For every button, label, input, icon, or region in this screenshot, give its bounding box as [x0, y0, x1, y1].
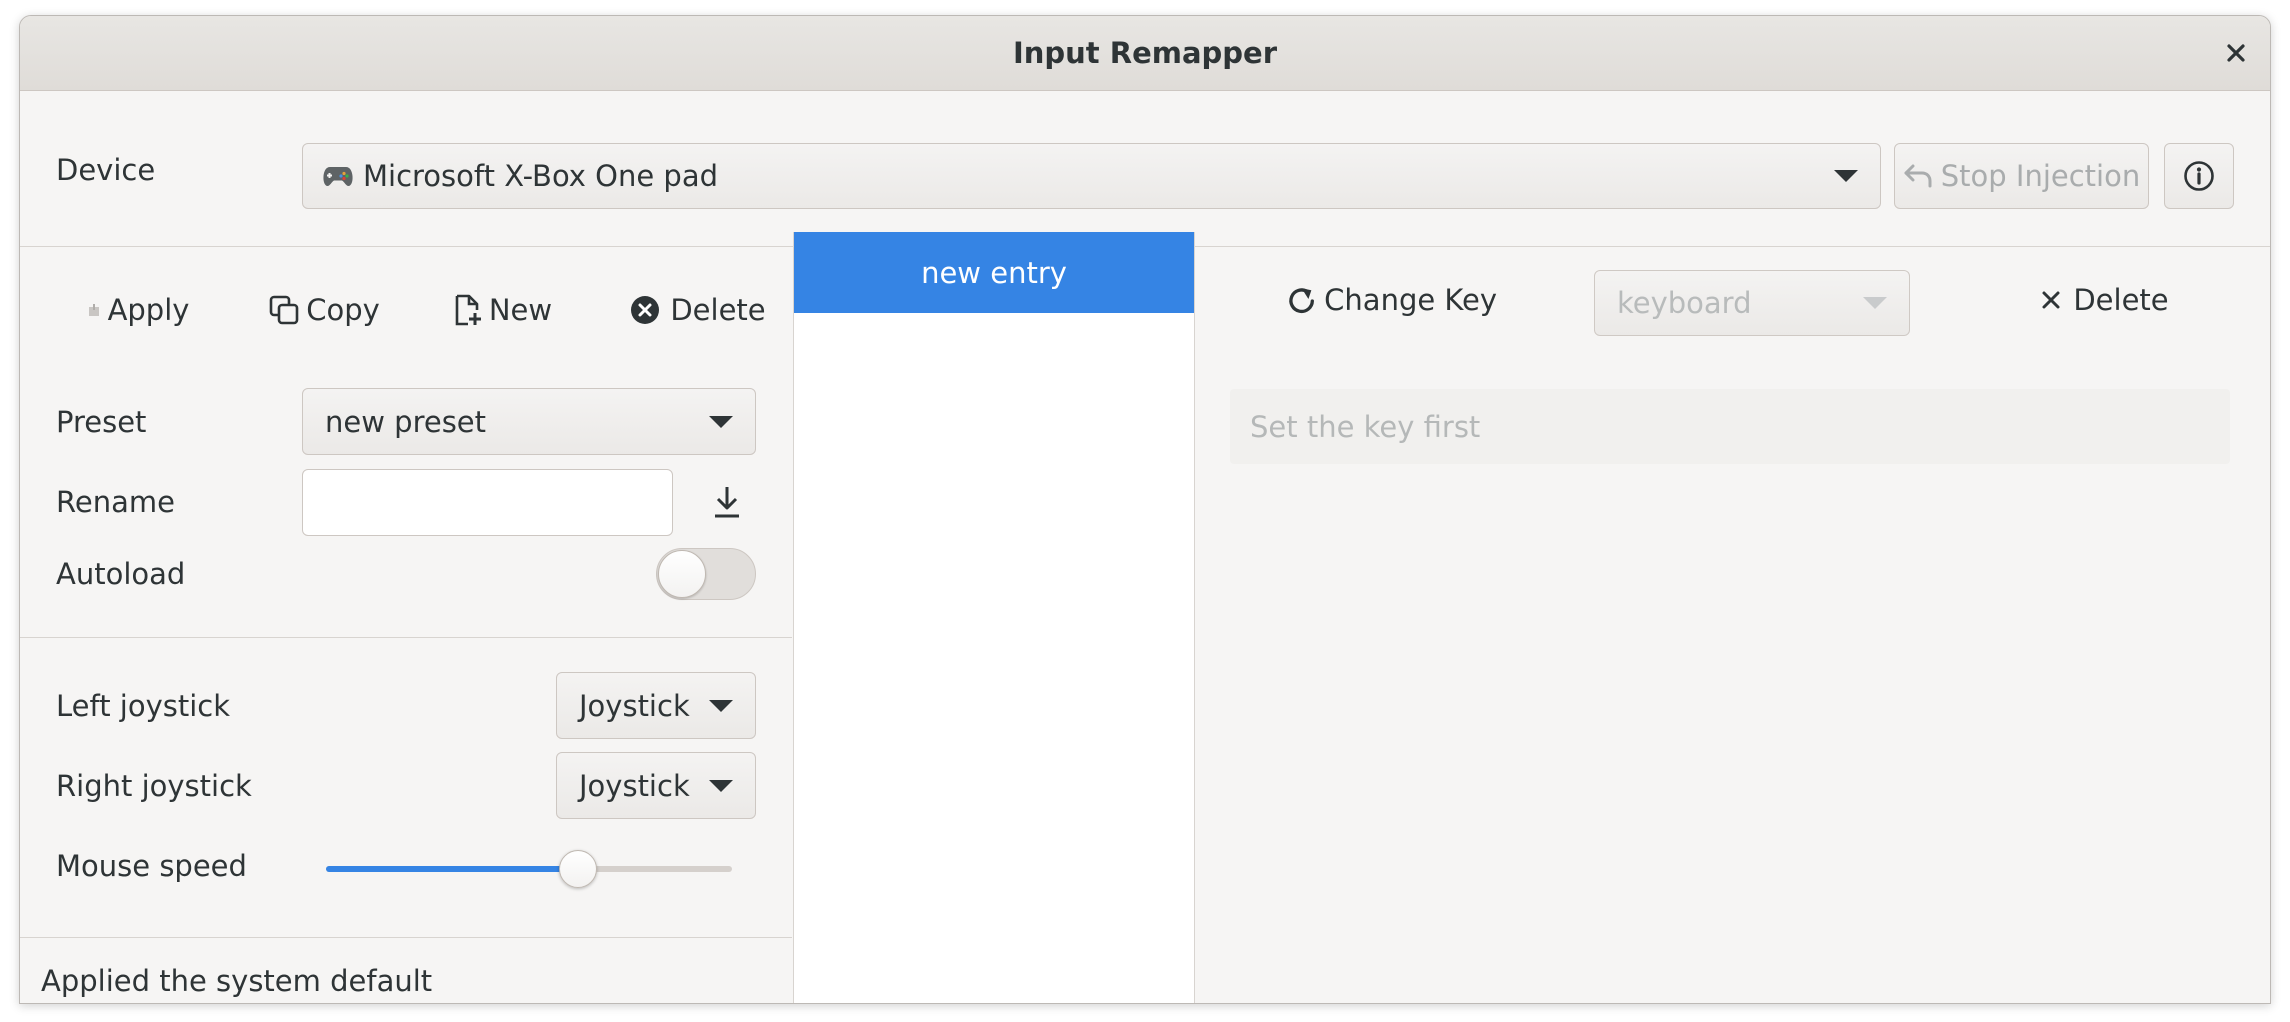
window-title: Input Remapper	[1012, 36, 1278, 70]
preset-select[interactable]: new preset	[302, 388, 756, 455]
main-window: Input Remapper Device Microsoft X-Box On…	[19, 15, 2271, 1004]
change-key-button[interactable]: Change Key	[1287, 270, 1497, 330]
mapping-list-item[interactable]: new entry	[794, 232, 1194, 313]
delete-circle-icon	[631, 296, 660, 324]
new-document-icon	[455, 294, 481, 326]
new-label: New	[488, 293, 553, 327]
mouse-speed-label: Mouse speed	[56, 849, 247, 883]
device-select-value: Microsoft X-Box One pad	[363, 159, 719, 193]
rename-label: Rename	[56, 485, 175, 519]
device-bar: Device Microsoft X-Box One pad Stop Inje…	[20, 91, 2270, 247]
right-joystick-select[interactable]: Joystick	[556, 752, 756, 819]
left-joystick-label: Left joystick	[56, 689, 231, 723]
right-joystick-label: Right joystick	[56, 769, 252, 803]
mouse-speed-handle[interactable]	[558, 850, 597, 888]
gamepad-icon	[323, 167, 353, 186]
rename-input[interactable]	[302, 469, 673, 536]
close-icon	[2042, 291, 2060, 309]
title-bar: Input Remapper	[20, 16, 2270, 91]
mouse-speed-slider[interactable]	[326, 866, 732, 872]
separator	[20, 937, 792, 938]
status-text: Applied the system default	[41, 964, 433, 998]
mapping-editor: Change Key keyboard Delete Set the key f…	[1195, 232, 2270, 1003]
save-rename-button[interactable]	[702, 477, 752, 527]
info-icon	[2184, 161, 2214, 191]
copy-label: Copy	[306, 293, 380, 327]
chevron-down-icon	[1863, 297, 1887, 309]
stop-injection-label: Stop Injection	[1940, 159, 2141, 193]
left-joystick-value: Joystick	[579, 688, 690, 723]
separator	[20, 637, 792, 638]
delete-mapping-button[interactable]: Delete	[2015, 270, 2195, 330]
autoload-label: Autoload	[56, 557, 186, 591]
device-label: Device	[56, 153, 156, 187]
close-button[interactable]	[2220, 37, 2252, 69]
chevron-down-icon	[709, 699, 733, 712]
target-select-value: keyboard	[1617, 286, 1752, 320]
redo-icon	[1289, 288, 1314, 314]
autoload-switch[interactable]	[656, 548, 756, 600]
preset-panel: Apply Copy New Delete Preset new preset …	[20, 247, 792, 1003]
delete-preset-button[interactable]: Delete	[608, 285, 788, 335]
copy-button[interactable]: Copy	[260, 285, 388, 335]
preset-select-value: new preset	[325, 404, 487, 439]
info-button[interactable]	[2164, 143, 2234, 209]
preset-label: Preset	[56, 405, 147, 439]
chevron-down-icon	[709, 779, 733, 792]
undo-arrow-icon	[1904, 164, 1932, 188]
mapping-list: new entry	[793, 232, 1195, 1003]
target-select[interactable]: keyboard	[1594, 270, 1910, 336]
new-button[interactable]: New	[440, 285, 565, 335]
change-key-label: Change Key	[1324, 283, 1497, 317]
stop-injection-button[interactable]: Stop Injection	[1894, 143, 2149, 209]
right-joystick-value: Joystick	[579, 768, 690, 803]
output-editor[interactable]: Set the key first	[1230, 389, 2230, 464]
delete-mapping-label: Delete	[2073, 283, 2169, 317]
apply-button[interactable]: Apply	[80, 285, 195, 335]
autoload-switch-knob	[658, 550, 706, 598]
delete-preset-label: Delete	[670, 293, 766, 327]
chevron-down-icon	[709, 415, 733, 428]
left-joystick-select[interactable]: Joystick	[556, 672, 756, 739]
download-icon	[715, 487, 739, 518]
close-icon	[2227, 44, 2245, 62]
copy-icon	[269, 295, 299, 325]
mouse-speed-fill	[326, 866, 578, 872]
apply-icon	[88, 304, 99, 316]
device-select[interactable]: Microsoft X-Box One pad	[302, 143, 1881, 209]
apply-label: Apply	[107, 293, 190, 327]
chevron-down-icon	[1834, 170, 1858, 182]
